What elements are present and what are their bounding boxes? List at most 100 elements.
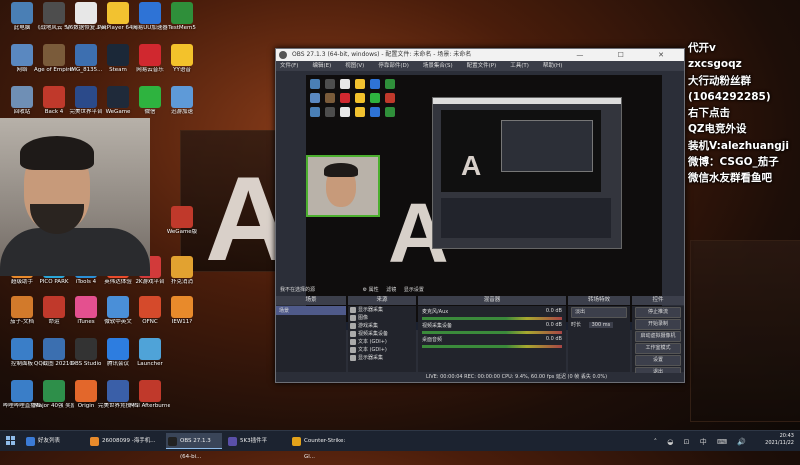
preview-icon	[325, 79, 335, 89]
window-controls[interactable]: — ☐ ✕	[576, 49, 680, 61]
control-button[interactable]: 停止推流	[635, 307, 681, 318]
clock[interactable]: 20:43 2021/11/22	[765, 433, 794, 447]
app-icon	[11, 296, 33, 318]
scene-item[interactable]: 场景	[276, 306, 346, 315]
selected-source-label: 我不在选择的源	[280, 287, 316, 293]
preview-icon	[385, 107, 395, 117]
source-type-icon	[350, 307, 356, 313]
menu-item[interactable]: 视图(V)	[345, 63, 364, 69]
taskbar-item[interactable]: OBS 27.1.3 (64-bi...	[166, 433, 222, 460]
app-icon	[43, 2, 65, 24]
preview-icon	[370, 107, 380, 117]
menu-item[interactable]: 文件(F)	[280, 63, 298, 69]
desktop-icon[interactable]: TestMem5	[162, 2, 202, 32]
taskbar-item[interactable]: Counter-Strike: Gl...	[290, 433, 358, 460]
desktop-icon[interactable]: IEW11?	[162, 296, 202, 326]
obs-titlebar[interactable]: OBS 27.1.3 (64-bit, windows) - 配置文件: 未命名…	[276, 49, 684, 61]
taskbar-item[interactable]: 5K3插件平	[226, 433, 286, 449]
control-button[interactable]: 设置	[635, 355, 681, 366]
mixer-dock-header: 混音器	[418, 296, 566, 305]
duration-label: 时长	[571, 322, 582, 328]
source-type-icon	[350, 339, 356, 345]
menu-item[interactable]: 场景集合(S)	[423, 63, 453, 69]
source-name: 游戏采集	[358, 323, 379, 329]
audio-mixer[interactable]: 麦克风/Aux 0.0 dB 视频采集设备 0.0 dB 桌面音频 0.0 dB	[418, 306, 566, 372]
obs-app-icon	[279, 51, 287, 59]
app-icon	[43, 338, 65, 360]
app-icon	[43, 380, 65, 402]
preview-icon	[385, 93, 395, 103]
desktop-icon[interactable]: Launcher	[130, 338, 170, 368]
source-item[interactable]: 视频采集设备	[348, 330, 416, 338]
app-icon	[171, 86, 193, 108]
source-item[interactable]: 图像	[348, 314, 416, 322]
app-icon	[75, 2, 97, 24]
filters-button[interactable]: 滤镜	[386, 286, 396, 295]
desktop-icon-label: MSI Afterburner	[130, 403, 170, 409]
app-icon	[107, 2, 129, 24]
mixer-track[interactable]: 麦克风/Aux 0.0 dB	[418, 308, 566, 320]
start-button[interactable]	[6, 436, 16, 446]
obs-window[interactable]: OBS 27.1.3 (64-bit, windows) - 配置文件: 未命名…	[275, 48, 685, 383]
scenes-list[interactable]: 场景	[276, 306, 346, 372]
app-icon	[171, 44, 193, 66]
menu-item[interactable]: 工具(T)	[510, 63, 529, 69]
preview-webcam-source[interactable]	[306, 155, 380, 217]
desktop-icon-label: TestMem5	[168, 25, 196, 31]
taskbar-item[interactable]: 好友列表	[24, 433, 82, 449]
control-button[interactable]: 开始录制	[635, 319, 681, 330]
app-icon	[11, 380, 33, 402]
overlay-line: zxcsgoqz	[688, 58, 742, 71]
source-type-icon	[350, 355, 356, 361]
desktop-icon[interactable]: WeGame版	[162, 206, 202, 236]
mixer-track-header: 桌面音频 0.0 dB	[422, 336, 562, 343]
source-name: 视频采集设备	[358, 331, 389, 337]
desktop-icon[interactable]: 扑克消消	[162, 256, 202, 286]
transitions-panel[interactable]: 淡出 时长 300 ms	[568, 306, 630, 372]
desktop-icon-label: 迅游加速	[170, 109, 193, 115]
mixer-track[interactable]: 视频采集设备 0.0 dB	[418, 322, 566, 334]
control-button[interactable]: 工作室模式	[635, 343, 681, 354]
desktop-icon-label: IEW11?	[171, 319, 193, 325]
app-icon	[11, 86, 33, 108]
source-item[interactable]: 显示器采集	[348, 306, 416, 314]
source-type-icon	[350, 315, 356, 321]
volume-meter	[422, 331, 562, 334]
wallpaper-panel-right	[690, 240, 800, 422]
duration-input[interactable]: 300 ms	[588, 322, 614, 328]
preview-icon	[370, 79, 380, 89]
control-button[interactable]: 启动虚拟摄像机	[635, 331, 681, 342]
sources-list[interactable]: 显示器采集 图像 游戏采集 视频采集设备 文本 (GDI+) 文本 (GDI+) 显示器采集	[348, 306, 416, 372]
properties-button[interactable]: ⚙ 属性	[363, 286, 379, 295]
app-icon	[171, 296, 193, 318]
transition-select[interactable]: 淡出	[571, 307, 627, 318]
nested-obs-window: A	[432, 97, 622, 249]
desktop-icon[interactable]: 迅游加速	[162, 86, 202, 116]
desktop-icon-label: 扑克消消	[170, 279, 193, 285]
menu-item[interactable]: 停靠部件(D)	[378, 63, 409, 69]
desktop-icon[interactable]: MSI Afterburner	[130, 380, 170, 410]
source-item[interactable]: 文本 (GDI+)	[348, 346, 416, 354]
system-tray-icons[interactable]: ˄ ◒ ⊡ 中 ⌨ 🔊	[654, 437, 750, 447]
overlay-line: 装机V:alezhuangji	[688, 139, 789, 152]
source-item[interactable]: 文本 (GDI+)	[348, 338, 416, 346]
source-item[interactable]: 游戏采集	[348, 322, 416, 330]
source-item[interactable]: 显示器采集	[348, 354, 416, 362]
app-icon	[107, 338, 129, 360]
menu-item[interactable]: 帮助(H)	[543, 63, 562, 69]
desktop-icon[interactable]: YY语音	[162, 44, 202, 74]
menu-item[interactable]: 配置文件(P)	[467, 63, 497, 69]
source-name: 显示器采集	[358, 307, 384, 313]
menu-item[interactable]: 编辑(E)	[312, 63, 331, 69]
obs-title-text: OBS 27.1.3 (64-bit, windows) - 配置文件: 未命名…	[292, 51, 472, 58]
mixer-track-name: 桌面音频	[422, 337, 443, 343]
mixer-track-db: 0.0 dB	[545, 322, 562, 328]
obs-docks: 场景 场景 来源 显示器采集 图像 游戏采集 视频采集设备 文本 (GDI+) 文本 (G…	[276, 296, 684, 380]
taskbar-item[interactable]: 26008099 -海手机...	[88, 433, 160, 449]
display-settings-button[interactable]: 显示设置	[404, 286, 424, 295]
obs-source-toolbar: 我不在选择的源 ⚙ 属性 滤镜 显示设置	[280, 286, 430, 295]
mixer-track[interactable]: 桌面音频 0.0 dB	[418, 336, 566, 348]
source-type-icon	[350, 347, 356, 353]
app-icon	[11, 2, 33, 24]
desktop-icon-label: WeGame版	[166, 229, 198, 235]
